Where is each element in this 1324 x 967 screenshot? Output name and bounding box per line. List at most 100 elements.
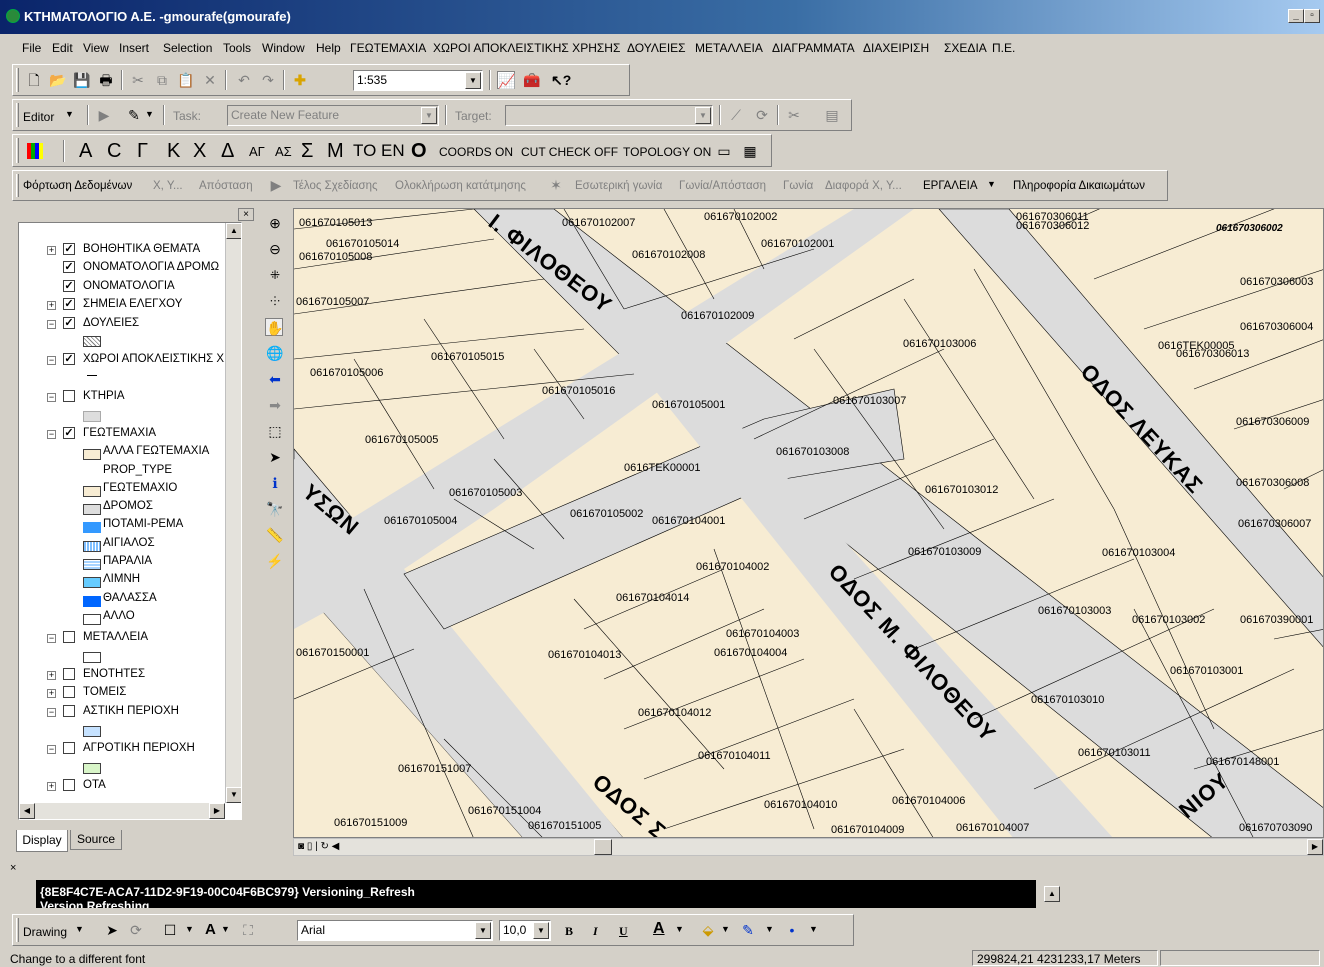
- tool-as[interactable]: ΑΣ: [275, 144, 292, 159]
- menu-tools[interactable]: Tools: [223, 41, 251, 55]
- tool-chi[interactable]: Χ: [193, 140, 206, 163]
- tool-en[interactable]: ΕΝ: [381, 141, 405, 161]
- tool-ag[interactable]: ΑΓ: [249, 144, 265, 159]
- delete-icon[interactable]: ✕: [201, 71, 219, 89]
- rotate-icon[interactable]: ⟳: [127, 921, 145, 939]
- line-color-icon[interactable]: ✎: [739, 921, 757, 939]
- menu-metalleia[interactable]: ΜΕΤΑΛΛΕΙΑ: [695, 41, 763, 55]
- hyperlink-icon[interactable]: ⚡: [266, 552, 284, 570]
- diff-xy-button[interactable]: Διαφορά Χ, Υ...: [825, 180, 902, 192]
- menu-diagrammata[interactable]: ΔΙΑΓΡΑΜΜΑΤΑ: [772, 41, 855, 55]
- underline-button[interactable]: U: [619, 924, 628, 939]
- straight-segment-icon[interactable]: ⟋: [727, 106, 745, 124]
- tab-display[interactable]: Display: [16, 830, 68, 852]
- load-data-button[interactable]: Φόρτωση Δεδομένων: [23, 180, 132, 192]
- layer-label[interactable]: ΚΤΗΡΙΑ: [83, 390, 125, 402]
- scroll-down-icon[interactable]: ▼: [226, 787, 241, 803]
- tab-source[interactable]: Source: [70, 830, 122, 850]
- close-icon[interactable]: ×: [10, 862, 20, 874]
- layer-checkbox[interactable]: [63, 779, 75, 791]
- pan-icon[interactable]: ✋: [265, 318, 283, 336]
- layer-checkbox[interactable]: ✓: [63, 298, 75, 310]
- bold-button[interactable]: B: [565, 924, 573, 939]
- layer-checkbox[interactable]: ✓: [63, 353, 75, 365]
- collapse-icon[interactable]: −: [47, 356, 56, 365]
- layer-checkbox[interactable]: [63, 742, 75, 754]
- expand-icon[interactable]: +: [47, 671, 56, 680]
- fill-color-icon[interactable]: ⬙: [699, 921, 717, 939]
- toc-hscrollbar[interactable]: ◀ ▶: [19, 803, 225, 819]
- new-graphic-icon[interactable]: ⛶: [239, 921, 257, 939]
- tool-delta[interactable]: Δ: [221, 140, 234, 163]
- tool-c[interactable]: C: [107, 140, 121, 163]
- tool-a[interactable]: Α: [79, 140, 92, 163]
- measure-icon[interactable]: 📏: [266, 526, 284, 544]
- scroll-thumb[interactable]: [594, 839, 612, 855]
- expand-icon[interactable]: +: [47, 301, 56, 310]
- new-icon[interactable]: 🗋: [25, 71, 43, 89]
- forward-icon[interactable]: ➡: [266, 396, 284, 414]
- menu-help[interactable]: Help: [316, 41, 341, 55]
- color-icon[interactable]: [27, 143, 43, 159]
- collapse-icon[interactable]: −: [47, 393, 56, 402]
- layer-label[interactable]: ΧΩΡΟΙ ΑΠΟΚΛΕΙΣΤΙΚΗΣ Χ: [83, 353, 224, 365]
- topology-toggle[interactable]: TOPOLOGY ON: [623, 145, 711, 159]
- paste-icon[interactable]: 📋: [177, 71, 195, 89]
- layer-label[interactable]: ΔΟΥΛΕΙΕΣ: [83, 317, 139, 329]
- data-view-icon[interactable]: ◙ ▯ | ↻ ◀: [298, 841, 339, 852]
- layer-label[interactable]: ΤΟΜΕΙΣ: [83, 686, 126, 698]
- scroll-up-icon[interactable]: ▲: [226, 223, 241, 239]
- rotate-icon[interactable]: ⟳: [753, 106, 771, 124]
- layer-checkbox[interactable]: ✓: [63, 427, 75, 439]
- print-icon[interactable]: 🖶: [97, 71, 115, 89]
- layer-label[interactable]: ΓΕΩΤΕΜΑΧΙΑ: [83, 427, 156, 439]
- end-sketch-button[interactable]: Τέλος Σχεδίασης: [293, 180, 378, 192]
- layer-checkbox[interactable]: [63, 631, 75, 643]
- chevron-down-icon[interactable]: ▼: [221, 924, 230, 934]
- layer-label[interactable]: ΜΕΤΑΛΛΕΙΑ: [83, 631, 148, 643]
- chevron-down-icon[interactable]: ▼: [421, 107, 437, 124]
- attributes-icon[interactable]: ▤: [823, 106, 841, 124]
- xy-button[interactable]: X, Y...: [153, 180, 183, 192]
- sketch-tool-icon[interactable]: ✎: [125, 106, 143, 124]
- back-icon[interactable]: ⬅: [266, 370, 284, 388]
- coords-toggle[interactable]: COORDS ON: [439, 145, 513, 159]
- add-data-icon[interactable]: ✚: [291, 71, 309, 89]
- chevron-down-icon[interactable]: ▼: [809, 924, 818, 934]
- select-elements-icon[interactable]: ➤: [103, 921, 121, 939]
- rights-info-button[interactable]: Πληροφορία Δικαιωμάτων: [1013, 180, 1145, 192]
- zoom-in-icon[interactable]: ⊕: [266, 214, 284, 232]
- chevron-down-icon[interactable]: ▼: [65, 109, 74, 119]
- collapse-icon[interactable]: −: [47, 320, 56, 329]
- chevron-down-icon[interactable]: ▼: [695, 107, 711, 124]
- collapse-icon[interactable]: −: [47, 430, 56, 439]
- font-color-button[interactable]: A: [653, 920, 665, 938]
- layer-checkbox[interactable]: [63, 390, 75, 402]
- full-extent-icon[interactable]: 🌐: [266, 344, 284, 362]
- layer-label[interactable]: ΑΓΡΟΤΙΚΗ ΠΕΡΙΟΧΗ: [83, 742, 195, 754]
- menu-file[interactable]: File: [22, 41, 41, 55]
- chevron-down-icon[interactable]: ▼: [75, 924, 84, 934]
- menu-xoroi[interactable]: ΧΩΡΟΙ ΑΠΟΚΛΕΙΣΤΙΚΗΣ ΧΡΗΣΗΣ: [433, 41, 620, 55]
- chevron-down-icon[interactable]: ▼: [533, 922, 549, 939]
- chevron-down-icon[interactable]: ▼: [145, 109, 154, 119]
- marker-color-icon[interactable]: •: [783, 921, 801, 939]
- layer-label[interactable]: ΟΝΟΜΑΤΟΛΟΓΙΑ ΔΡΟΜΩ: [83, 261, 219, 273]
- pointer-icon[interactable]: ▶: [267, 176, 285, 194]
- tools-menu[interactable]: ΕΡΓΑΛΕΙΑ: [923, 180, 978, 192]
- layer-label[interactable]: ΟΝΟΜΑΤΟΛΟΓΙΑ: [83, 280, 175, 292]
- layer-label[interactable]: ΣΗΜΕΙΑ ΕΛΕΓΧΟΥ: [83, 298, 182, 310]
- collapse-icon[interactable]: −: [47, 708, 56, 717]
- cut-icon[interactable]: ✂: [129, 71, 147, 89]
- menu-geotemaxia[interactable]: ΓΕΩΤΕΜΑΧΙΑ: [350, 41, 426, 55]
- chevron-down-icon[interactable]: ▼: [987, 179, 996, 189]
- layer-label[interactable]: ΒΟΗΘΗΤΙΚΑ ΘΕΜΑΤΑ: [83, 243, 200, 255]
- save-icon[interactable]: 💾: [73, 71, 91, 89]
- fixed-zoom-in-icon[interactable]: ⁜: [266, 266, 284, 284]
- layer-checkbox[interactable]: [63, 668, 75, 680]
- layer-label[interactable]: ΑΣΤΙΚΗ ΠΕΡΙΟΧΗ: [83, 705, 179, 717]
- map-hscrollbar[interactable]: ◙ ▯ | ↻ ◀ ▶: [293, 838, 1324, 856]
- target-combo[interactable]: ▼: [505, 105, 713, 126]
- layer-label[interactable]: ΟΤΑ: [83, 779, 106, 791]
- tool-mu[interactable]: Μ: [327, 140, 344, 163]
